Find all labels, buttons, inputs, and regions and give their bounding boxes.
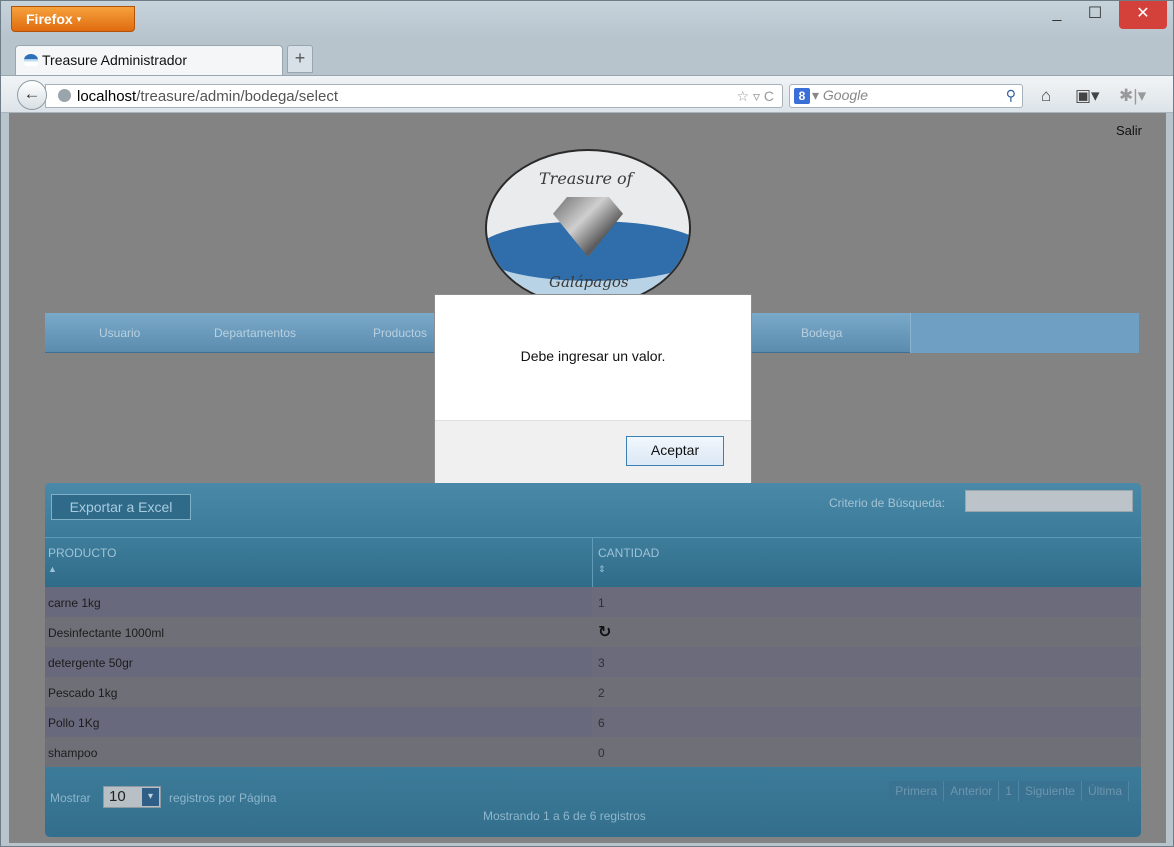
logo-text-bottom: Galápagos	[549, 273, 629, 291]
extension-icon[interactable]: ✱|▾	[1119, 86, 1146, 106]
show-label: Mostrar	[50, 791, 91, 805]
cell-cantidad: 6	[598, 716, 605, 730]
records-status: Mostrando 1 a 6 de 6 registros	[483, 809, 646, 823]
cell-producto: shampoo	[48, 746, 98, 760]
page-size-value: 10	[109, 788, 126, 805]
column-label: CANTIDAD	[598, 546, 660, 560]
close-window-button[interactable]: ✕	[1119, 1, 1167, 29]
pager-previous[interactable]: Anterior	[944, 781, 1000, 801]
menu-item-bodega[interactable]: Bodega	[801, 326, 842, 340]
search-placeholder: ▾ Google	[812, 87, 869, 103]
ok-button[interactable]: Aceptar	[626, 436, 724, 466]
table-row[interactable]: Desinfectante 1000ml ↻	[45, 617, 1141, 647]
column-header-cantidad[interactable]: CANTIDAD ⇕	[598, 546, 659, 575]
page-size-select[interactable]: 10 ▾	[103, 786, 161, 808]
table-body: carne 1kg 1 Desinfectante 1000ml ↻ deterge…	[45, 587, 1141, 767]
alert-dialog: Debe ingresar un valor. Aceptar	[434, 294, 752, 483]
firefox-menu-label: Firefox	[26, 11, 73, 27]
url-host: localhost	[77, 88, 137, 105]
home-icon[interactable]: ⌂	[1041, 86, 1051, 106]
cell-cantidad: 0	[598, 746, 605, 760]
menu-item-usuario[interactable]: Usuario	[99, 326, 140, 340]
cell-producto: detergente 50gr	[45, 647, 592, 677]
chevron-down-icon[interactable]: ▾	[142, 788, 159, 806]
table-toolbar: Exportar a Excel Criterio de Búsqueda:	[45, 483, 1141, 537]
table-header: PRODUCTO ▲ CANTIDAD ⇕	[45, 537, 1141, 588]
pagination: Primera Anterior 1 Siguiente Última	[889, 781, 1129, 801]
browser-window: Firefox ▾ _ ☐ ✕ Treasure Administrador + …	[0, 0, 1174, 847]
table-row[interactable]: detergente 50gr 3	[45, 647, 1141, 677]
cell-producto: carne 1kg	[45, 587, 592, 617]
data-table-panel: Exportar a Excel Criterio de Búsqueda: P…	[45, 483, 1141, 837]
sort-both-icon: ⇕	[598, 564, 606, 574]
table-row[interactable]: Pollo 1Kg 6	[45, 707, 1141, 737]
site-identity-icon[interactable]	[58, 89, 71, 102]
site-favicon-icon	[24, 54, 38, 66]
search-input[interactable]: 8 ▾ Google ⚲	[789, 84, 1023, 108]
cell-producto: Pescado 1kg	[48, 686, 118, 700]
chevron-down-icon: ▾	[76, 14, 82, 24]
cell-cantidad: 2	[598, 686, 605, 700]
pager-next[interactable]: Siguiente	[1018, 781, 1082, 801]
table-footer: Mostrar 10 ▾ registros por Página Mostran…	[45, 767, 1141, 837]
dialog-message: Debe ingresar un valor.	[520, 348, 666, 364]
column-divider	[592, 538, 593, 588]
new-tab-button[interactable]: +	[287, 45, 313, 73]
pager-last[interactable]: Última	[1081, 781, 1129, 801]
search-criteria-label: Criterio de Búsqueda:	[829, 496, 946, 510]
navigation-toolbar: localhost/treasure/admin/bodega/select ☆…	[1, 75, 1173, 113]
logout-link[interactable]: Salir	[1116, 123, 1142, 138]
menu-tail	[910, 313, 1139, 353]
pager-page-1[interactable]: 1	[999, 781, 1019, 801]
url-bar-actions[interactable]: ☆ ▿ C	[737, 88, 774, 105]
cell-cantidad: 3	[598, 656, 605, 670]
table-row[interactable]: carne 1kg 1	[45, 587, 1141, 617]
table-row[interactable]: shampoo 0	[45, 737, 1141, 767]
google-icon[interactable]: 8	[794, 88, 810, 104]
maximize-button[interactable]: ☐	[1076, 1, 1114, 29]
cell-producto: Pollo 1Kg	[45, 707, 592, 737]
search-icon[interactable]: ⚲	[1006, 87, 1016, 104]
pager-first[interactable]: Primera	[889, 781, 945, 801]
logo-text-top: Treasure of	[539, 169, 633, 188]
url-path: /treasure/admin/bodega/select	[136, 88, 338, 105]
menu-item-departamentos[interactable]: Departamentos	[214, 326, 296, 340]
dialog-footer: Aceptar	[435, 420, 751, 483]
export-excel-button[interactable]: Exportar a Excel	[51, 494, 191, 520]
firefox-menu-button[interactable]: Firefox ▾	[11, 6, 135, 32]
search-criteria-input[interactable]	[965, 490, 1133, 512]
back-button[interactable]: ←	[17, 80, 47, 110]
table-row[interactable]: Pescado 1kg 2	[45, 677, 1141, 707]
url-bar[interactable]: localhost/treasure/admin/bodega/select ☆…	[45, 84, 783, 108]
refresh-icon[interactable]: ↻	[598, 622, 611, 642]
column-header-producto[interactable]: PRODUCTO ▲	[48, 546, 116, 574]
title-bar: Firefox ▾ _ ☐ ✕	[1, 1, 1173, 39]
tab-title: Treasure Administrador	[42, 52, 187, 68]
minimize-button[interactable]: _	[1038, 1, 1076, 29]
cell-producto: Desinfectante 1000ml	[48, 626, 165, 640]
column-label: PRODUCTO	[48, 546, 117, 560]
tab-treasure-administrador[interactable]: Treasure Administrador	[15, 45, 283, 75]
menu-item-productos[interactable]: Productos	[373, 326, 427, 340]
cell-cantidad: 1	[598, 596, 605, 610]
treasure-logo: Treasure of Galápagos	[485, 149, 691, 307]
per-page-label: registros por Página	[169, 791, 277, 805]
sort-asc-icon: ▲	[48, 564, 57, 574]
bookmarks-icon[interactable]: ▣▾	[1075, 86, 1100, 106]
